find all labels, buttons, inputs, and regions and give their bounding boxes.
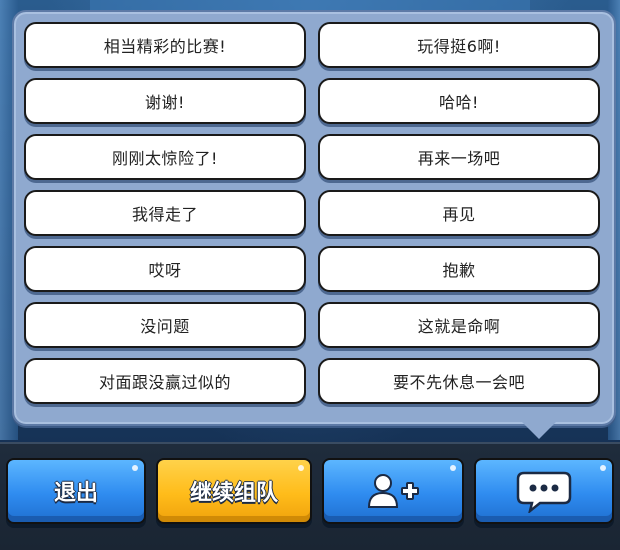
continue-team-button-label: 继续组队 (189, 481, 278, 506)
exit-button-label: 退出 (53, 481, 98, 506)
quick-chat-toggle-button[interactable] (474, 458, 614, 524)
quick-chat-phrase[interactable]: 没问题 (24, 302, 306, 348)
quick-chat-phrase[interactable]: 再见 (318, 190, 600, 236)
quick-chat-phrase[interactable]: 要不先休息一会吧 (318, 358, 600, 404)
add-friend-icon (365, 471, 421, 511)
quick-chat-phrase[interactable]: 对面跟没赢过似的 (24, 358, 306, 404)
quick-chat-phrase[interactable]: 相当精彩的比赛! (24, 22, 306, 68)
quick-chat-phrase[interactable]: 玩得挺6啊! (318, 22, 600, 68)
add-friend-button[interactable] (322, 458, 464, 524)
quick-chat-phrase[interactable]: 谢谢! (24, 78, 306, 124)
exit-button[interactable]: 退出 (6, 458, 146, 524)
quick-chat-phrase[interactable]: 这就是命啊 (318, 302, 600, 348)
panel-pointer (521, 421, 557, 439)
quick-chat-phrase[interactable]: 哈哈! (318, 78, 600, 124)
quick-chat-phrase[interactable]: 抱歉 (318, 246, 600, 292)
quick-chat-phrase[interactable]: 哎呀 (24, 246, 306, 292)
continue-team-button[interactable]: 继续组队 (156, 458, 312, 524)
quick-chat-phrase[interactable]: 我得走了 (24, 190, 306, 236)
chat-bubble-icon (516, 469, 572, 513)
quick-chat-phrase[interactable]: 再来一场吧 (318, 134, 600, 180)
quick-chat-phrase[interactable]: 刚刚太惊险了! (24, 134, 306, 180)
